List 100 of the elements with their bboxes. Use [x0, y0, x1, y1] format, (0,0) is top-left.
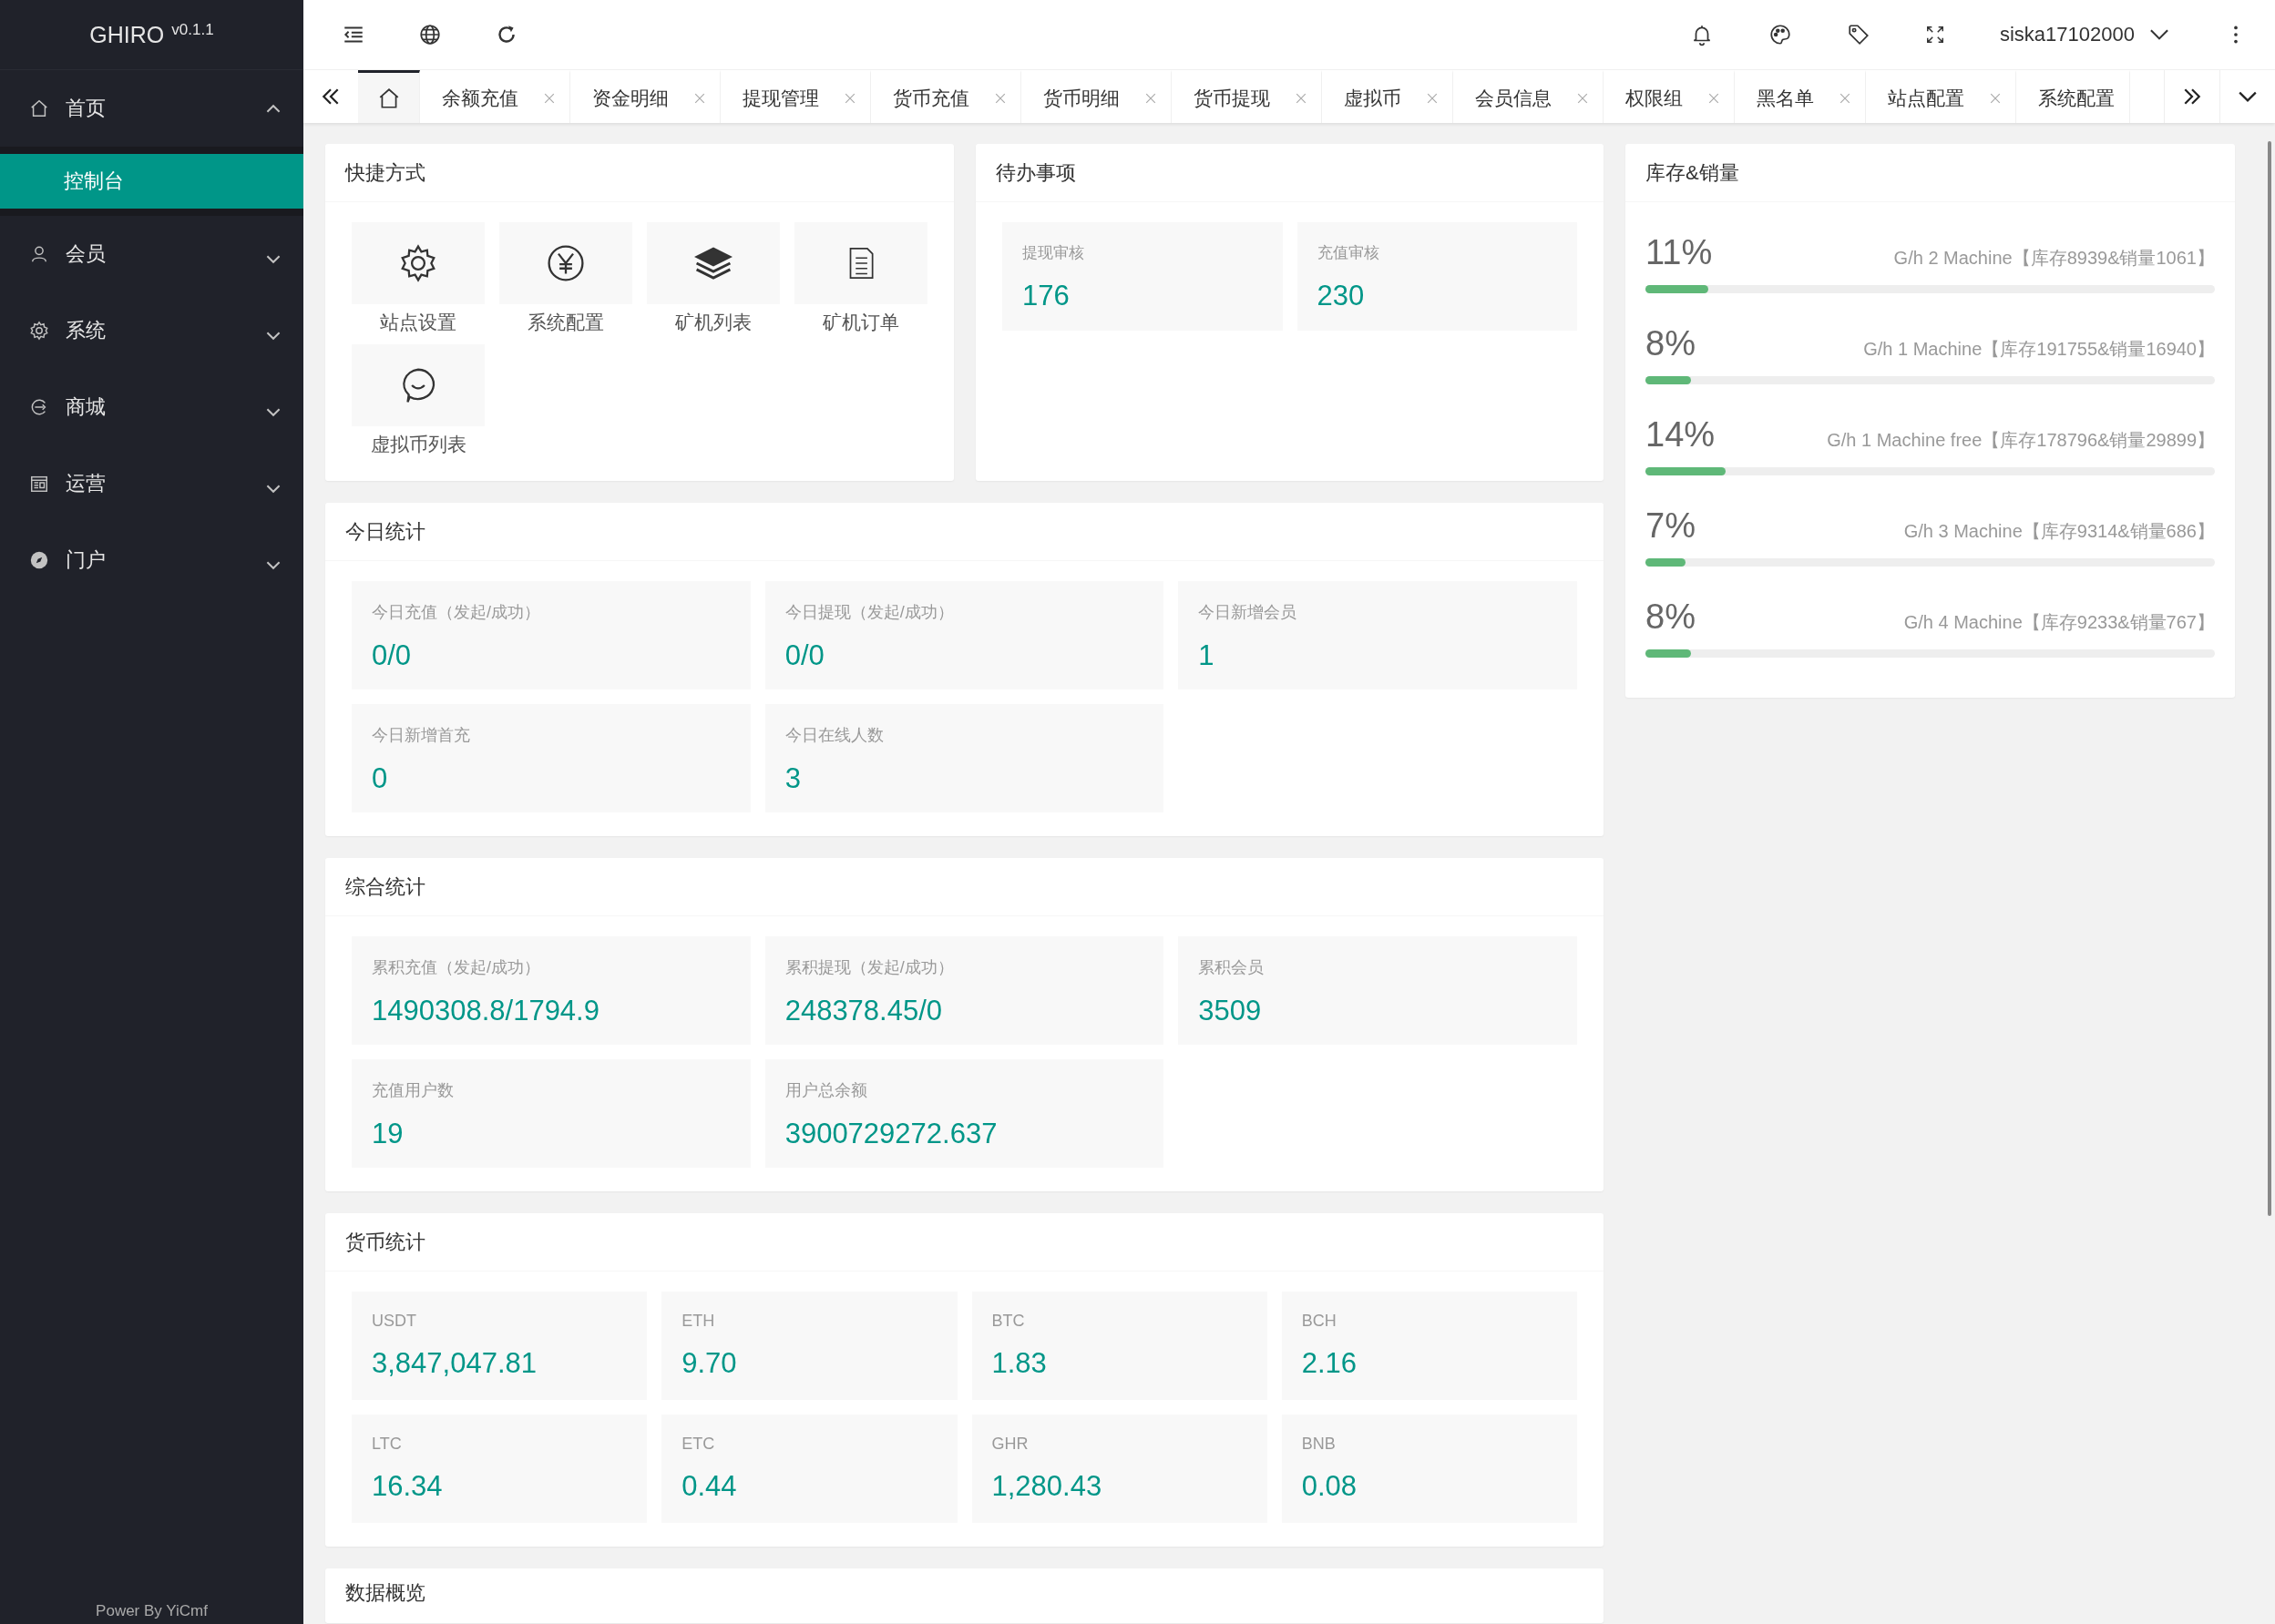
product-label: G/h 4 Machine【库存9233&销量767】 [1903, 611, 2215, 634]
close-icon[interactable] [1577, 92, 1588, 104]
stat-label: 累积提现（发起/成功） [784, 957, 955, 978]
globe-icon[interactable] [418, 23, 442, 46]
tab[interactable]: 系统配置 [2016, 70, 2130, 123]
shortcut-tile[interactable] [352, 344, 485, 426]
percent-value: 7% [1645, 506, 1696, 546]
shortcut-tile[interactable] [352, 222, 485, 304]
shortcut-label: 矿机订单 [823, 311, 899, 334]
footer-text: Power By YiCmf [95, 1601, 209, 1621]
double-chevron-right-icon [2182, 87, 2202, 107]
menu-item[interactable]: 商城 [0, 369, 303, 445]
chevron-icon [265, 330, 282, 341]
compass-icon [29, 550, 49, 570]
shortcut-label: 系统配置 [528, 311, 604, 334]
close-icon[interactable] [544, 92, 555, 104]
tab[interactable]: 黑名单 [1735, 70, 1866, 123]
chevron-icon [265, 103, 282, 114]
tab[interactable]: 资金明细 [570, 70, 721, 123]
gear-icon [29, 321, 49, 341]
tab[interactable]: 货币明细 [1021, 70, 1172, 123]
stat-value: 0.44 [681, 1470, 738, 1503]
chevron-icon [2149, 28, 2169, 41]
close-icon[interactable] [694, 92, 705, 104]
card-title: 综合统计 [325, 858, 1604, 916]
scrollbar[interactable] [2268, 141, 2271, 1216]
close-icon[interactable] [1839, 92, 1850, 104]
stat-label: 今日新增首充 [372, 725, 471, 746]
home-icon [29, 98, 49, 118]
stat-value: 9.70 [681, 1347, 738, 1380]
stat-value: 230 [1317, 280, 1366, 312]
currency-label: BTC [991, 1312, 1026, 1331]
chevron-icon [265, 559, 282, 570]
fullscreen-icon[interactable] [1925, 25, 1945, 45]
tab[interactable]: 虚拟币 [1322, 70, 1453, 123]
stat-value: 3900729272.637 [784, 1118, 999, 1150]
shortcut-tile[interactable] [794, 222, 927, 304]
chevron-icon [265, 483, 282, 494]
shortcut-label: 矿机列表 [675, 311, 752, 334]
close-icon[interactable] [845, 92, 856, 104]
stat-label: 累积充值（发起/成功） [372, 957, 541, 978]
stat-label: 累积会员 [1198, 957, 1266, 978]
menu-item[interactable]: 门户 [0, 522, 303, 598]
menu-item[interactable]: 系统 [0, 292, 303, 369]
chevron-icon [265, 253, 282, 264]
stat-label: 充值审核 [1317, 243, 1380, 263]
currency-label: BCH [1301, 1312, 1337, 1331]
submenu-item[interactable]: 控制台 [0, 154, 303, 209]
stat-value: 248378.45/0 [784, 995, 944, 1027]
home-tab[interactable] [358, 70, 420, 123]
stat-value: 1.83 [991, 1347, 1048, 1380]
tab[interactable]: 站点配置 [1866, 70, 2016, 123]
chevron-icon [265, 406, 282, 417]
menu-item[interactable]: 首页 [0, 70, 303, 147]
currency-label: LTC [372, 1435, 403, 1454]
close-icon[interactable] [1708, 92, 1719, 104]
shortcut-tile[interactable] [647, 222, 780, 304]
currency-label: ETC [681, 1435, 716, 1454]
card-title: 快捷方式 [325, 144, 954, 202]
stat-label: 用户总余额 [784, 1080, 868, 1101]
percent-value: 8% [1645, 324, 1696, 363]
card-title: 库存&销量 [1625, 144, 2235, 202]
shortcut-label: 站点设置 [380, 311, 456, 334]
stat-value: 19 [372, 1118, 405, 1150]
close-icon[interactable] [1296, 92, 1307, 104]
percent-value: 11% [1645, 233, 1713, 272]
card-title: 今日统计 [325, 503, 1604, 561]
tab[interactable]: 会员信息 [1453, 70, 1604, 123]
user-menu[interactable]: siska17102000 [2000, 23, 2169, 46]
close-icon[interactable] [995, 92, 1006, 104]
tab[interactable]: 货币提现 [1172, 70, 1322, 123]
stat-value: 3 [784, 762, 802, 795]
close-icon[interactable] [1145, 92, 1156, 104]
currency-label: USDT [372, 1312, 417, 1331]
stat-value: 0.08 [1301, 1470, 1358, 1503]
yen-icon [545, 242, 587, 284]
tab[interactable]: 权限组 [1604, 70, 1735, 123]
product-label: G/h 1 Machine【库存191755&销量16940】 [1863, 338, 2215, 361]
stat-value: 1,280.43 [991, 1470, 1103, 1503]
tab[interactable]: 提现管理 [721, 70, 871, 123]
percent-value: 8% [1645, 598, 1696, 637]
shortcut-label: 虚拟币列表 [370, 433, 466, 456]
stat-label: 提现审核 [1022, 243, 1085, 263]
stat-value: 3509 [1198, 995, 1263, 1027]
product-label: G/h 1 Machine free【库存178796&销量29899】 [1827, 429, 2215, 452]
tab[interactable]: 余额充值 [420, 70, 570, 123]
palette-icon[interactable] [1768, 23, 1792, 46]
menu-item[interactable]: 会员 [0, 216, 303, 292]
version-label: v0.1.1 [171, 21, 214, 39]
stat-label: 今日提现（发起/成功） [784, 602, 955, 623]
stat-value: 0/0 [372, 639, 413, 672]
product-label: G/h 3 Machine【库存9314&销量686】 [1903, 520, 2215, 543]
stat-value: 0/0 [784, 639, 825, 672]
menu-item[interactable]: 运营 [0, 445, 303, 522]
close-icon[interactable] [1990, 92, 2001, 104]
close-icon[interactable] [1427, 92, 1438, 104]
tag-icon[interactable] [1847, 23, 1870, 46]
tab[interactable]: 货币充值 [871, 70, 1021, 123]
card-title: 数据概览 [344, 1580, 426, 1606]
shortcut-tile[interactable] [499, 222, 632, 304]
